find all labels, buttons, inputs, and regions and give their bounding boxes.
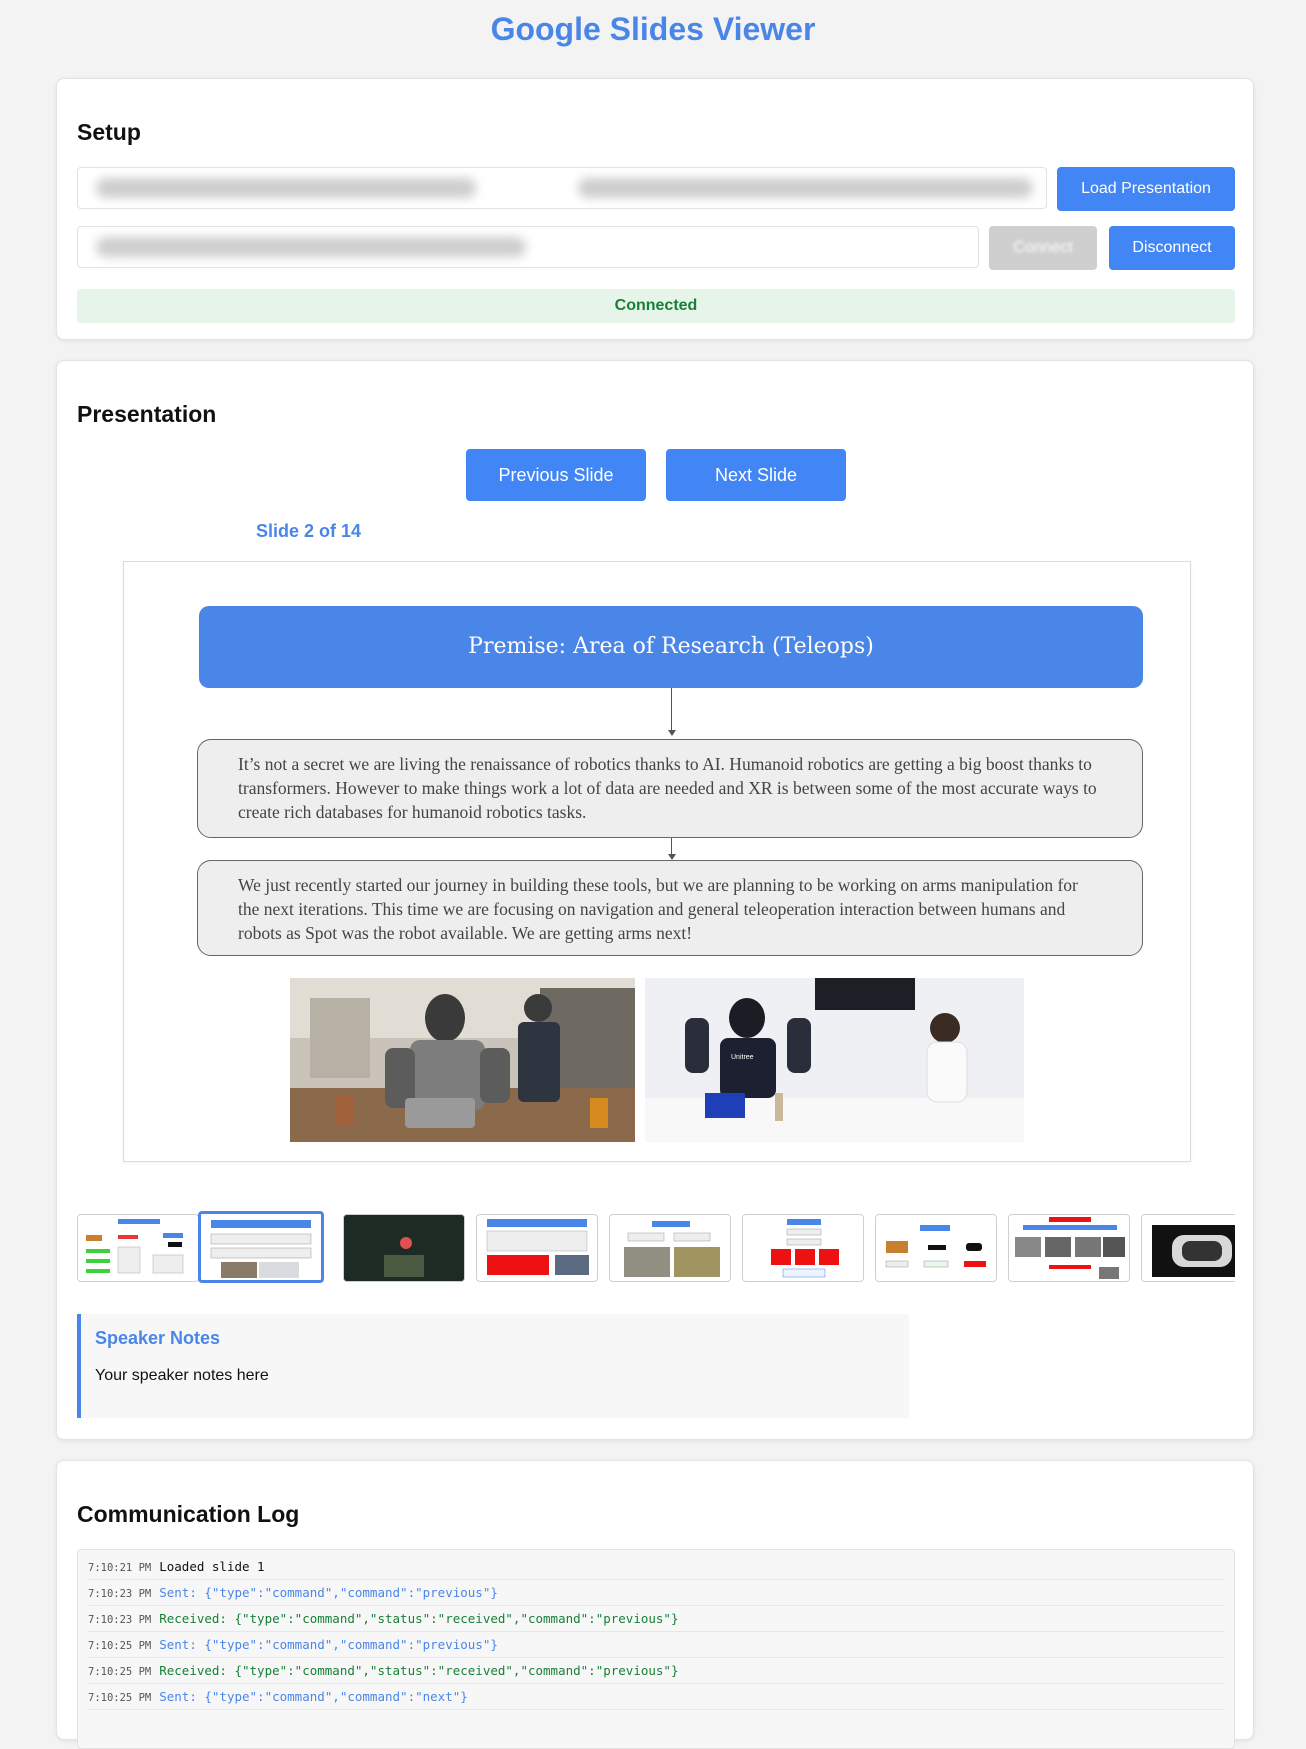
page-title: Google Slides Viewer: [490, 11, 816, 47]
speaker-notes-title: Speaker Notes: [95, 1328, 221, 1348]
slide-title: Premise: Area of Research (Teleops): [199, 606, 1143, 688]
speaker-notes: Speaker Notes Your speaker notes here: [77, 1314, 909, 1418]
slide-thumbnail[interactable]: [77, 1214, 199, 1282]
server-url-input[interactable]: [77, 226, 979, 268]
arrow-head: [668, 730, 676, 736]
slide-thumbnail-active[interactable]: [198, 1211, 324, 1283]
connection-status: Connected: [77, 289, 1235, 323]
log-entry: 7:10:25 PM Sent: {"type":"command","comma…: [88, 1632, 1224, 1658]
slide-thumbnail[interactable]: [609, 1214, 731, 1282]
presentation-url-input[interactable]: [77, 167, 1047, 209]
slide-thumbnail[interactable]: [476, 1214, 598, 1282]
presentation-title: Presentation: [77, 401, 217, 427]
communication-log-card: Communication Log 7:10:21 PM Loaded slide…: [56, 1460, 1254, 1749]
log-title: Communication Log: [77, 1501, 300, 1527]
slide-thumbnail[interactable]: [742, 1214, 864, 1282]
speaker-notes-text: Your speaker notes here: [95, 1367, 269, 1384]
load-presentation-button[interactable]: Load Presentation: [1057, 167, 1235, 211]
slide-paragraph-2: We just recently started our journey in …: [197, 860, 1143, 956]
disconnect-button[interactable]: Disconnect: [1109, 226, 1235, 270]
log-entry: 7:10:23 PM Sent: {"type":"command","comma…: [88, 1580, 1224, 1606]
log-entry: 7:10:23 PM Received: {"type":"command","s…: [88, 1606, 1224, 1632]
connect-button[interactable]: Connect: [989, 226, 1097, 270]
connector-line: [671, 688, 672, 734]
log-entry: 7:10:25 PM Received: {"type":"command","s…: [88, 1658, 1224, 1684]
slide-paragraph-1: It’s not a secret we are living the rena…: [197, 739, 1143, 838]
log-entry: 7:10:21 PM Loaded slide 1: [88, 1554, 1224, 1580]
previous-slide-button[interactable]: Previous Slide: [466, 449, 646, 501]
slide-thumbnail[interactable]: [343, 1214, 465, 1282]
setup-card: Setup Load Presentation Connect Disconne…: [56, 78, 1254, 340]
robot-kitchen-photo: [290, 978, 635, 1142]
slide-thumbnail[interactable]: [875, 1214, 997, 1282]
next-slide-button[interactable]: Next Slide: [666, 449, 846, 501]
slide-counter: Slide 2 of 14: [256, 521, 362, 541]
log-list[interactable]: 7:10:21 PM Loaded slide 1 7:10:23 PM Sent:…: [77, 1549, 1235, 1749]
log-entry: 7:10:25 PM Sent: {"type":"command","comma…: [88, 1684, 1224, 1710]
setup-title: Setup: [77, 119, 141, 145]
unitree-robot-photo: Unitree: [645, 978, 1024, 1142]
thumbnail-strip: [77, 1211, 1235, 1283]
slide-thumbnail[interactable]: [1008, 1214, 1130, 1282]
presentation-card: Presentation Previous Slide Next Slide S…: [56, 360, 1254, 1440]
slide-thumbnail[interactable]: [1141, 1214, 1235, 1282]
slide-view: Premise: Area of Research (Teleops) It’s…: [123, 561, 1191, 1162]
unitree-brand-label: Unitree: [731, 1054, 754, 1061]
